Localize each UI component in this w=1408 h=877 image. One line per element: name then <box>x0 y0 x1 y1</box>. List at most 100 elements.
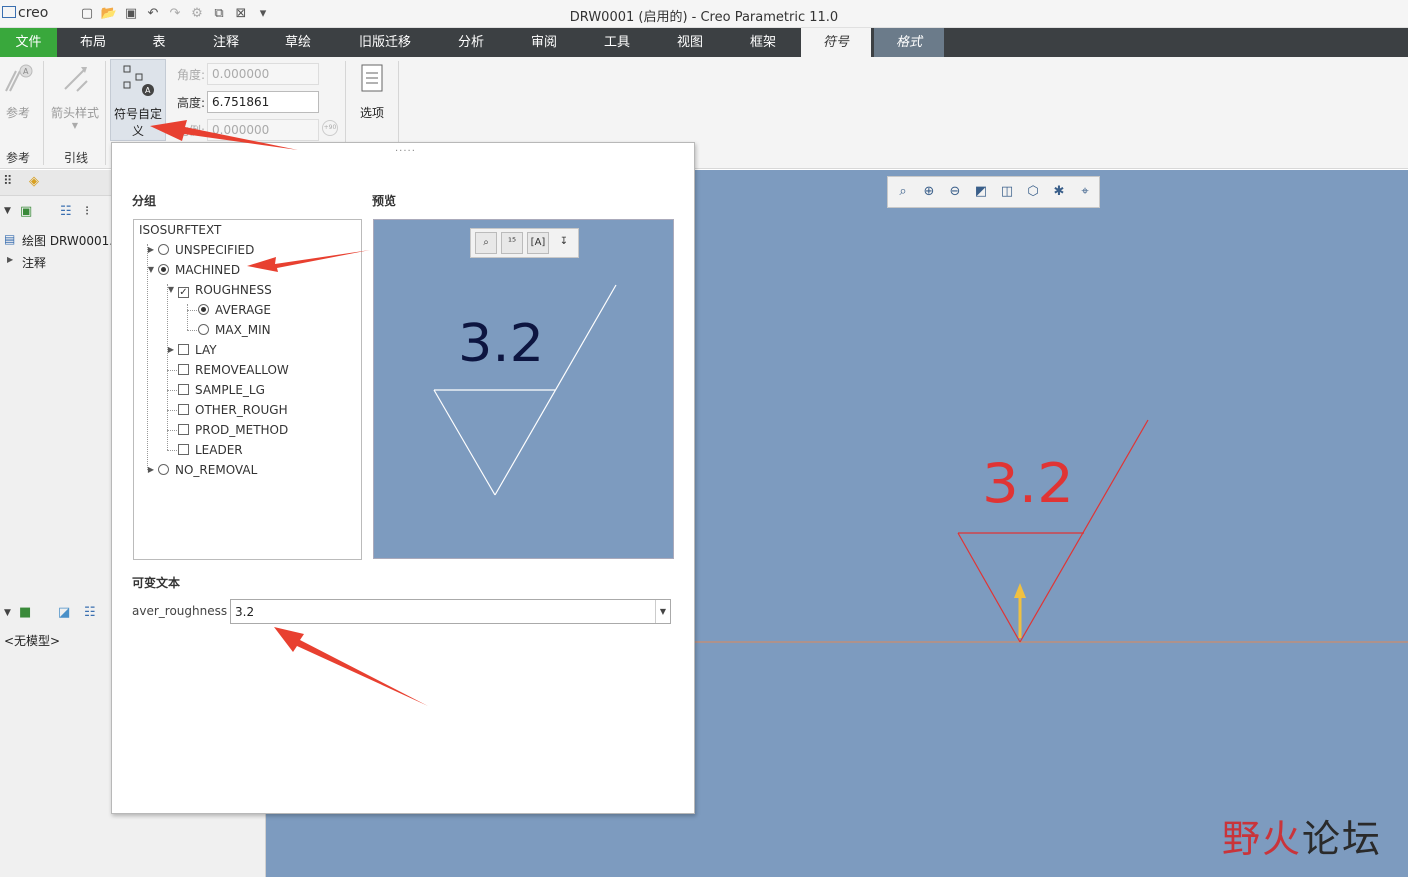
tree-node-no-removal[interactable]: ▶ NO_REMOVAL <box>148 462 257 478</box>
angle-preset-icon[interactable]: +90 <box>322 120 338 136</box>
tree-filter-icon[interactable]: ☷ <box>60 204 72 219</box>
no-model-text: <无模型> <box>4 634 61 648</box>
group-label-leader: 引线 <box>64 151 89 165</box>
tab-sketch[interactable]: 草绘 <box>262 28 334 57</box>
tree-node-lay[interactable]: ▶ LAY <box>168 342 217 358</box>
graphics-toolbar: ⌕ ⊕ ⊖ ◩ ◫ ⬡ ✱ ⌖ <box>887 176 1100 208</box>
leader-checkbox[interactable] <box>178 444 189 455</box>
expand-icon[interactable]: ▶ <box>166 342 176 358</box>
tree-node-average[interactable]: AVERAGE <box>198 302 271 318</box>
tree-columns-icon[interactable]: ⁝ <box>85 204 89 219</box>
ribbon-tabs: 文件 布局 表 注释 草绘 旧版迁移 分析 审阅 工具 视图 框架 符号 格式 <box>0 28 1408 57</box>
tree-filter-icon[interactable]: ☷ <box>84 605 96 620</box>
svg-text:A: A <box>23 67 29 76</box>
other-rough-checkbox[interactable] <box>178 404 189 415</box>
expand-icon[interactable]: ▶ <box>146 242 156 258</box>
model-icon: ■ <box>19 605 32 620</box>
tree-node-sample-lg[interactable]: SAMPLE_LG <box>178 382 265 398</box>
tree-node-isosurftext[interactable]: ISOSURFTEXT <box>139 222 221 238</box>
svg-text:A: A <box>145 86 151 95</box>
tree-node-machined[interactable]: ▼ MACHINED <box>148 262 240 278</box>
forum-watermark: 野火论坛 <box>1222 817 1383 861</box>
saved-views-icon[interactable]: ⬡ <box>1022 181 1044 203</box>
preview-roughness-text: 3.2 <box>458 314 544 374</box>
zoom-out-icon[interactable]: ⊖ <box>944 181 966 203</box>
tab-legacy-migration[interactable]: 旧版迁移 <box>334 28 436 57</box>
tree-node-other-rough[interactable]: OTHER_ROUGH <box>178 402 288 418</box>
prod-method-checkbox[interactable] <box>178 424 189 435</box>
chevron-down-icon[interactable]: ▼ <box>4 608 11 618</box>
group-tree: ISOSURFTEXT ▶ UNSPECIFIED ▼ MACHINED ▼ ✓ ROU… <box>133 219 362 560</box>
arrow-style-icon <box>64 67 88 92</box>
layer-tree-tab-icon[interactable]: ◈ <box>29 174 39 189</box>
tab-tools[interactable]: 工具 <box>582 28 652 57</box>
collapse-icon[interactable]: ▼ <box>146 262 156 278</box>
unspecified-radio[interactable] <box>158 244 169 255</box>
tab-symbol[interactable]: 符号 <box>801 28 871 57</box>
drawing-view-icon[interactable]: ▣ <box>20 204 32 219</box>
annotation-display-icon[interactable]: ⌖ <box>1074 181 1096 203</box>
zoom-in-icon[interactable]: ⊕ <box>918 181 940 203</box>
tree-node-roughness[interactable]: ▼ ✓ ROUGHNESS <box>168 282 272 298</box>
group-label-reference: 参考 <box>6 151 31 165</box>
tree-node-max-min[interactable]: MAX_MIN <box>198 322 271 338</box>
model-view-icon[interactable]: ◪ <box>58 605 70 620</box>
options-icon <box>361 64 383 92</box>
variable-value-input[interactable] <box>231 600 655 623</box>
sample-lg-checkbox[interactable] <box>178 384 189 395</box>
symbol-preview[interactable]: ⌕ ¹⁵ [A] ↧ 3.2 <box>373 219 674 559</box>
chevron-down-icon[interactable]: ▼ <box>4 206 11 216</box>
tab-table[interactable]: 表 <box>128 28 190 57</box>
custom-symbol-icon: A <box>123 65 154 96</box>
display-style-icon[interactable]: ◫ <box>996 181 1018 203</box>
refit-icon[interactable]: ⌕ <box>892 181 914 203</box>
variable-value-combo[interactable]: ▼ <box>230 599 671 624</box>
window-title: DRW0001 (启用的) - Creo Parametric 11.0 <box>569 10 839 25</box>
custom-symbol-dialog: ····· 分组 预览 ISOSURFTEXT ▶ UNSPECIFIED ▼ MA… <box>111 142 695 814</box>
tree-node-removeallow[interactable]: REMOVEALLOW <box>178 362 289 378</box>
expand-icon[interactable]: ▶ <box>7 255 13 264</box>
tab-view[interactable]: 视图 <box>652 28 728 57</box>
preview-triangle-left <box>433 389 496 496</box>
tab-annotate[interactable]: 注释 <box>190 28 262 57</box>
tab-review[interactable]: 审阅 <box>506 28 582 57</box>
scale-input[interactable] <box>207 119 319 141</box>
collapse-icon[interactable]: ▼ <box>166 282 176 298</box>
angle-input[interactable] <box>207 63 319 85</box>
angle-field: 角度: <box>177 63 319 85</box>
model-tree-tab-icon[interactable]: ⠿ <box>3 174 13 189</box>
lay-checkbox[interactable] <box>178 344 189 355</box>
tab-layout[interactable]: 布局 <box>58 28 128 57</box>
tab-format[interactable]: 格式 <box>874 28 944 57</box>
tab-frame[interactable]: 框架 <box>728 28 798 57</box>
tree-node-leader[interactable]: LEADER <box>178 442 243 458</box>
tab-analysis[interactable]: 分析 <box>436 28 506 57</box>
max-min-radio[interactable] <box>198 324 209 335</box>
title-bar: creo ▢ 📂 ▣ ↶ ↷ ⚙ ⧉ ⊠ ▾ DRW0001 (启用的) - C… <box>0 0 1408 28</box>
expand-icon[interactable]: ▶ <box>146 462 156 478</box>
no-removal-radio[interactable] <box>158 464 169 475</box>
reference-button[interactable]: A 参考 <box>0 61 36 121</box>
chevron-down-icon[interactable]: ▼ <box>655 600 670 623</box>
preview-canvas: 3.2 <box>433 284 617 496</box>
variable-name-label: aver_roughness <box>132 604 228 618</box>
drawing-icon: ▤ <box>4 232 16 246</box>
variable-text-label: 可变文本 <box>132 576 181 590</box>
height-input[interactable] <box>207 91 319 113</box>
machined-radio[interactable] <box>158 264 169 275</box>
tree-node-unspecified[interactable]: ▶ UNSPECIFIED <box>148 242 254 258</box>
tree-node-prod-method[interactable]: PROD_METHOD <box>178 422 288 438</box>
dialog-grip[interactable]: ····· <box>395 146 416 157</box>
custom-symbol-button[interactable]: A 符号自定 义 <box>110 59 166 141</box>
options-button[interactable]: 选项 <box>352 61 392 121</box>
datum-display-icon[interactable]: ✱ <box>1048 181 1070 203</box>
arrow-style-button[interactable]: 箭头样式 ▼ <box>48 61 102 130</box>
roughness-checkbox[interactable]: ✓ <box>178 287 189 298</box>
tree-item-notes[interactable]: 注释 <box>22 254 46 271</box>
tree-item-drawing[interactable]: 绘图 DRW0001. <box>22 232 113 249</box>
tab-file[interactable]: 文件 <box>0 28 57 57</box>
height-field: 高度: <box>177 91 319 113</box>
removeallow-checkbox[interactable] <box>178 364 189 375</box>
average-radio[interactable] <box>198 304 209 315</box>
repaint-icon[interactable]: ◩ <box>970 181 992 203</box>
